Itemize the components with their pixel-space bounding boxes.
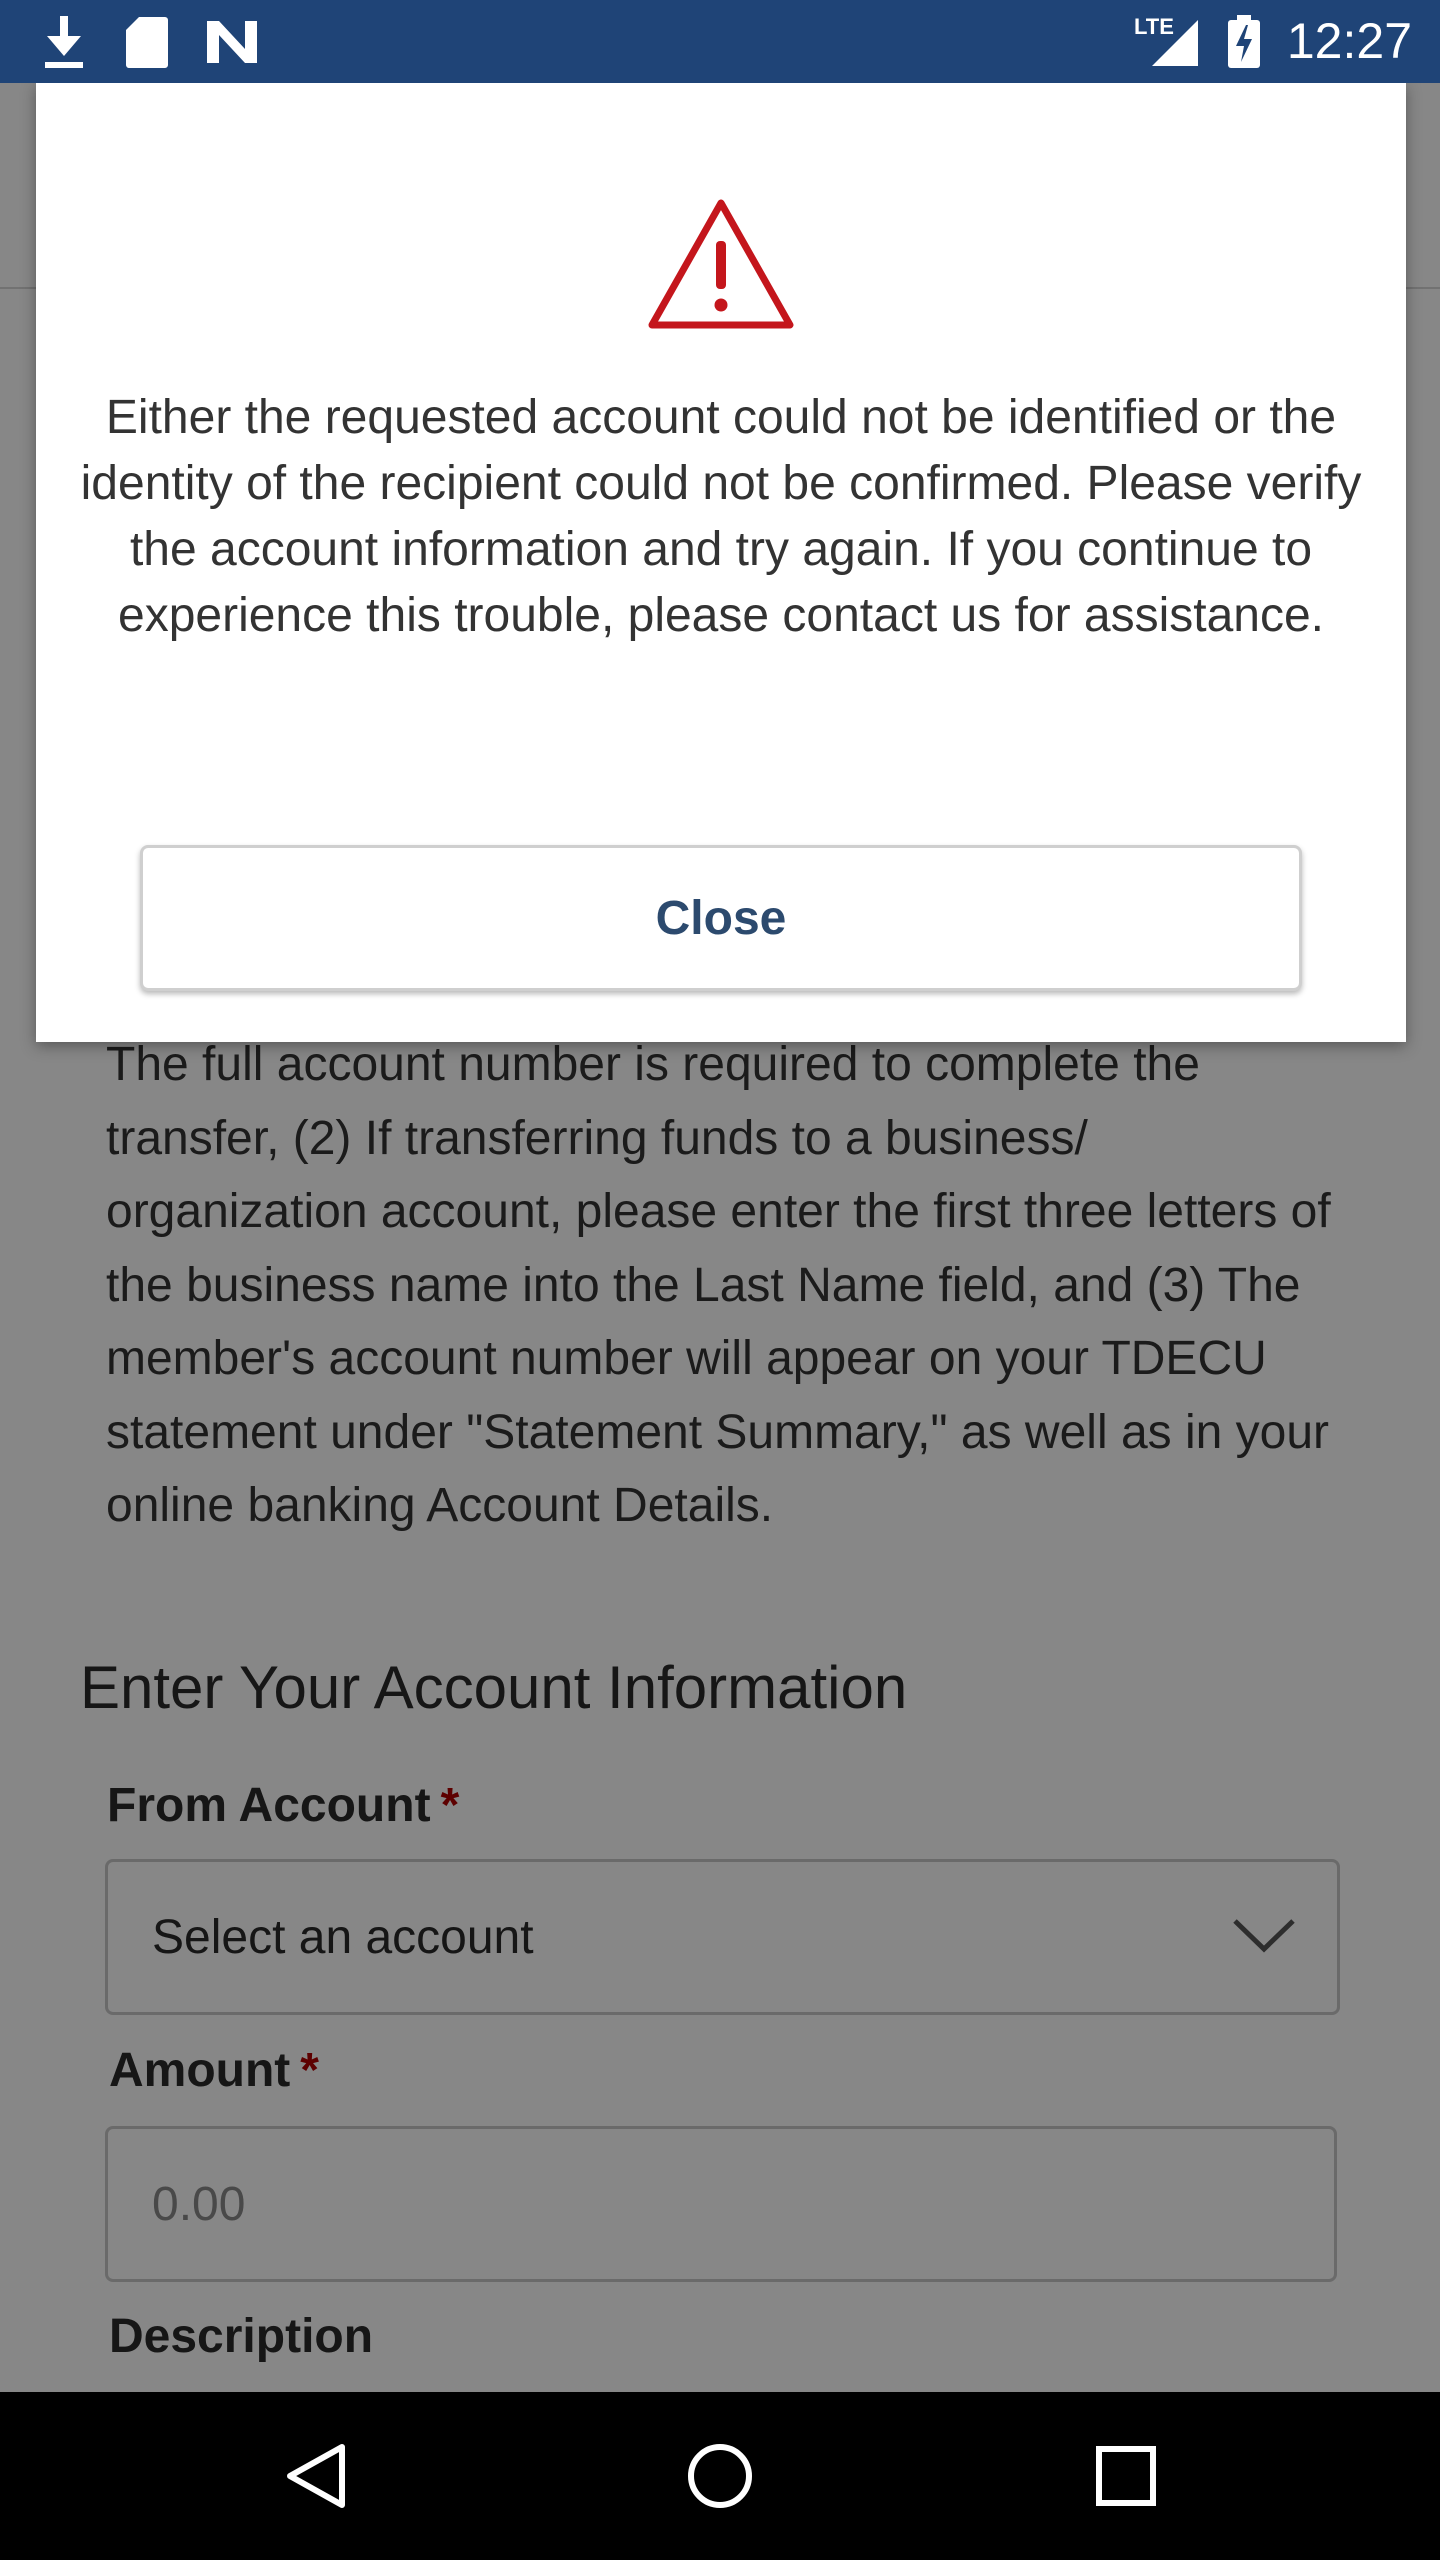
navigation-bar — [0, 2392, 1440, 2560]
signal-icon — [1146, 14, 1202, 70]
warning-triangle-icon — [644, 195, 798, 340]
download-icon — [36, 14, 92, 70]
n-logo-icon — [204, 14, 260, 70]
status-bar: LTE 12:27 — [0, 0, 1440, 83]
recents-icon[interactable] — [1046, 2392, 1206, 2560]
back-icon[interactable] — [236, 2392, 396, 2560]
home-icon[interactable] — [640, 2392, 800, 2560]
sd-card-icon — [122, 14, 172, 70]
clock: 12:27 — [1286, 13, 1412, 69]
battery-charging-icon — [1224, 14, 1264, 70]
close-button[interactable]: Close — [140, 845, 1302, 991]
error-dialog: Either the requested account could not b… — [36, 83, 1406, 1042]
error-message: Either the requested account could not b… — [80, 391, 1362, 642]
